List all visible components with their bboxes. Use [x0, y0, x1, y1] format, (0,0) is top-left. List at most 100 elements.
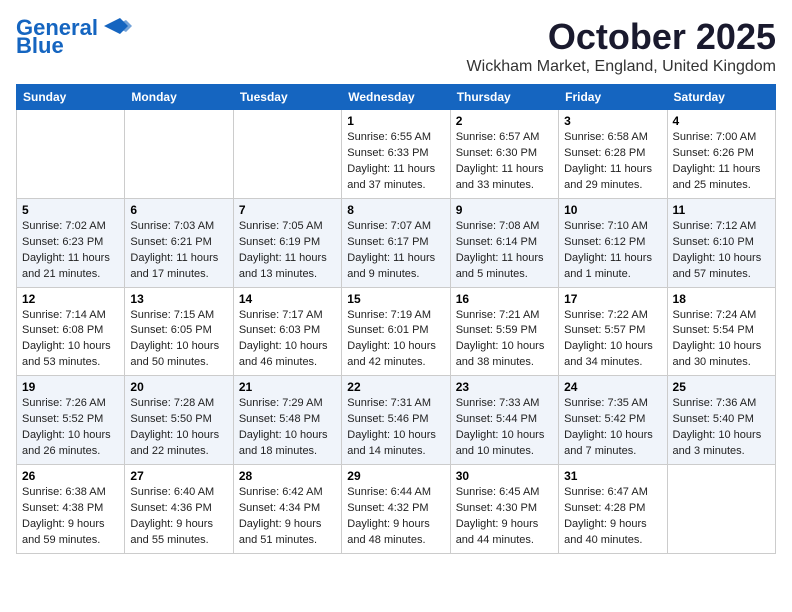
calendar-day-cell: 6 Sunrise: 7:03 AM Sunset: 6:21 PM Daylig…	[125, 198, 233, 287]
calendar-week-row: 5 Sunrise: 7:02 AM Sunset: 6:23 PM Daylig…	[17, 198, 776, 287]
day-number: 22	[347, 380, 444, 394]
calendar-day-cell: 26 Sunrise: 6:38 AM Sunset: 4:38 PM Dayli…	[17, 465, 125, 554]
day-number: 4	[673, 114, 770, 128]
calendar-day-cell: 28Sunrise: 6:42 AM Sunset: 4:34 PM Dayli…	[233, 465, 341, 554]
page-header: General Blue October 2025 Wickham Market…	[16, 16, 776, 76]
location: Wickham Market, England, United Kingdom	[467, 58, 776, 76]
day-info: Sunrise: 7:28 AM Sunset: 5:50 PM Dayligh…	[130, 396, 227, 460]
calendar-day-cell: 24 Sunrise: 7:35 AM Sunset: 5:42 PM Dayli…	[559, 376, 667, 465]
calendar-body: 1Sunrise: 6:55 AM Sunset: 6:33 PM Daylig…	[17, 110, 776, 554]
calendar-day-cell: 8 Sunrise: 7:07 AM Sunset: 6:17 PM Daylig…	[342, 198, 450, 287]
calendar-day-cell	[17, 110, 125, 199]
calendar-day-cell: 20Sunrise: 7:28 AM Sunset: 5:50 PM Dayli…	[125, 376, 233, 465]
calendar-day-cell	[233, 110, 341, 199]
day-info: Sunrise: 6:38 AM Sunset: 4:38 PM Dayligh…	[22, 485, 119, 549]
calendar-day-cell: 2 Sunrise: 6:57 AM Sunset: 6:30 PM Daylig…	[450, 110, 558, 199]
day-number: 11	[673, 203, 770, 217]
day-number: 12	[22, 292, 119, 306]
calendar-week-row: 26 Sunrise: 6:38 AM Sunset: 4:38 PM Dayli…	[17, 465, 776, 554]
day-info: Sunrise: 7:22 AM Sunset: 5:57 PM Dayligh…	[564, 308, 661, 372]
day-info: Sunrise: 6:40 AM Sunset: 4:36 PM Dayligh…	[130, 485, 227, 549]
calendar-week-row: 12 Sunrise: 7:14 AM Sunset: 6:08 PM Dayli…	[17, 287, 776, 376]
day-info: Sunrise: 7:36 AM Sunset: 5:40 PM Dayligh…	[673, 396, 770, 460]
day-info: Sunrise: 7:21 AM Sunset: 5:59 PM Dayligh…	[456, 308, 553, 372]
calendar-day-cell: 21Sunrise: 7:29 AM Sunset: 5:48 PM Dayli…	[233, 376, 341, 465]
logo-arrow-icon	[100, 16, 132, 36]
calendar-week-row: 1Sunrise: 6:55 AM Sunset: 6:33 PM Daylig…	[17, 110, 776, 199]
day-info: Sunrise: 7:12 AM Sunset: 6:10 PM Dayligh…	[673, 219, 770, 283]
calendar-day-cell: 31 Sunrise: 6:47 AM Sunset: 4:28 PM Dayli…	[559, 465, 667, 554]
calendar-day-cell: 7Sunrise: 7:05 AM Sunset: 6:19 PM Daylig…	[233, 198, 341, 287]
calendar-day-cell: 11 Sunrise: 7:12 AM Sunset: 6:10 PM Dayli…	[667, 198, 775, 287]
day-number: 5	[22, 203, 119, 217]
day-number: 9	[456, 203, 553, 217]
calendar-day-cell: 4 Sunrise: 7:00 AM Sunset: 6:26 PM Daylig…	[667, 110, 775, 199]
day-info: Sunrise: 7:08 AM Sunset: 6:14 PM Dayligh…	[456, 219, 553, 283]
day-number: 19	[22, 380, 119, 394]
weekday-header-cell: Saturday	[667, 85, 775, 110]
day-number: 29	[347, 469, 444, 483]
calendar-day-cell: 29Sunrise: 6:44 AM Sunset: 4:32 PM Dayli…	[342, 465, 450, 554]
calendar-day-cell: 25 Sunrise: 7:36 AM Sunset: 5:40 PM Dayli…	[667, 376, 775, 465]
calendar-day-cell: 3Sunrise: 6:58 AM Sunset: 6:28 PM Daylig…	[559, 110, 667, 199]
day-number: 8	[347, 203, 444, 217]
day-number: 6	[130, 203, 227, 217]
day-info: Sunrise: 7:14 AM Sunset: 6:08 PM Dayligh…	[22, 308, 119, 372]
calendar-table: SundayMondayTuesdayWednesdayThursdayFrid…	[16, 84, 776, 554]
day-info: Sunrise: 7:35 AM Sunset: 5:42 PM Dayligh…	[564, 396, 661, 460]
day-info: Sunrise: 7:05 AM Sunset: 6:19 PM Dayligh…	[239, 219, 336, 283]
day-number: 14	[239, 292, 336, 306]
day-number: 27	[130, 469, 227, 483]
calendar-day-cell: 18 Sunrise: 7:24 AM Sunset: 5:54 PM Dayli…	[667, 287, 775, 376]
day-number: 10	[564, 203, 661, 217]
day-number: 16	[456, 292, 553, 306]
day-number: 30	[456, 469, 553, 483]
calendar-day-cell: 27 Sunrise: 6:40 AM Sunset: 4:36 PM Dayli…	[125, 465, 233, 554]
day-info: Sunrise: 7:15 AM Sunset: 6:05 PM Dayligh…	[130, 308, 227, 372]
day-number: 15	[347, 292, 444, 306]
day-number: 3	[564, 114, 661, 128]
day-info: Sunrise: 7:26 AM Sunset: 5:52 PM Dayligh…	[22, 396, 119, 460]
calendar-day-cell: 15Sunrise: 7:19 AM Sunset: 6:01 PM Dayli…	[342, 287, 450, 376]
day-number: 23	[456, 380, 553, 394]
calendar-day-cell: 22 Sunrise: 7:31 AM Sunset: 5:46 PM Dayli…	[342, 376, 450, 465]
calendar-day-cell: 19 Sunrise: 7:26 AM Sunset: 5:52 PM Dayli…	[17, 376, 125, 465]
day-number: 17	[564, 292, 661, 306]
day-info: Sunrise: 6:57 AM Sunset: 6:30 PM Dayligh…	[456, 130, 553, 194]
day-info: Sunrise: 7:31 AM Sunset: 5:46 PM Dayligh…	[347, 396, 444, 460]
day-number: 1	[347, 114, 444, 128]
weekday-header-row: SundayMondayTuesdayWednesdayThursdayFrid…	[17, 85, 776, 110]
calendar-day-cell	[667, 465, 775, 554]
day-number: 2	[456, 114, 553, 128]
day-number: 31	[564, 469, 661, 483]
day-info: Sunrise: 6:47 AM Sunset: 4:28 PM Dayligh…	[564, 485, 661, 549]
month-title: October 2025	[467, 16, 776, 58]
day-info: Sunrise: 7:10 AM Sunset: 6:12 PM Dayligh…	[564, 219, 661, 283]
day-number: 18	[673, 292, 770, 306]
calendar-day-cell: 17 Sunrise: 7:22 AM Sunset: 5:57 PM Dayli…	[559, 287, 667, 376]
day-info: Sunrise: 7:00 AM Sunset: 6:26 PM Dayligh…	[673, 130, 770, 194]
day-info: Sunrise: 7:07 AM Sunset: 6:17 PM Dayligh…	[347, 219, 444, 283]
logo: General Blue	[16, 16, 132, 58]
calendar-day-cell: 14 Sunrise: 7:17 AM Sunset: 6:03 PM Dayli…	[233, 287, 341, 376]
weekday-header-cell: Sunday	[17, 85, 125, 110]
calendar-day-cell: 1Sunrise: 6:55 AM Sunset: 6:33 PM Daylig…	[342, 110, 450, 199]
weekday-header-cell: Friday	[559, 85, 667, 110]
day-number: 24	[564, 380, 661, 394]
day-number: 26	[22, 469, 119, 483]
day-info: Sunrise: 7:33 AM Sunset: 5:44 PM Dayligh…	[456, 396, 553, 460]
calendar-day-cell: 5 Sunrise: 7:02 AM Sunset: 6:23 PM Daylig…	[17, 198, 125, 287]
weekday-header-cell: Tuesday	[233, 85, 341, 110]
day-info: Sunrise: 7:24 AM Sunset: 5:54 PM Dayligh…	[673, 308, 770, 372]
calendar-week-row: 19 Sunrise: 7:26 AM Sunset: 5:52 PM Dayli…	[17, 376, 776, 465]
day-info: Sunrise: 7:03 AM Sunset: 6:21 PM Dayligh…	[130, 219, 227, 283]
day-info: Sunrise: 7:02 AM Sunset: 6:23 PM Dayligh…	[22, 219, 119, 283]
weekday-header-cell: Monday	[125, 85, 233, 110]
day-number: 21	[239, 380, 336, 394]
day-info: Sunrise: 6:42 AM Sunset: 4:34 PM Dayligh…	[239, 485, 336, 549]
day-info: Sunrise: 7:17 AM Sunset: 6:03 PM Dayligh…	[239, 308, 336, 372]
weekday-header-cell: Wednesday	[342, 85, 450, 110]
calendar-day-cell: 13Sunrise: 7:15 AM Sunset: 6:05 PM Dayli…	[125, 287, 233, 376]
calendar-day-cell	[125, 110, 233, 199]
day-number: 25	[673, 380, 770, 394]
